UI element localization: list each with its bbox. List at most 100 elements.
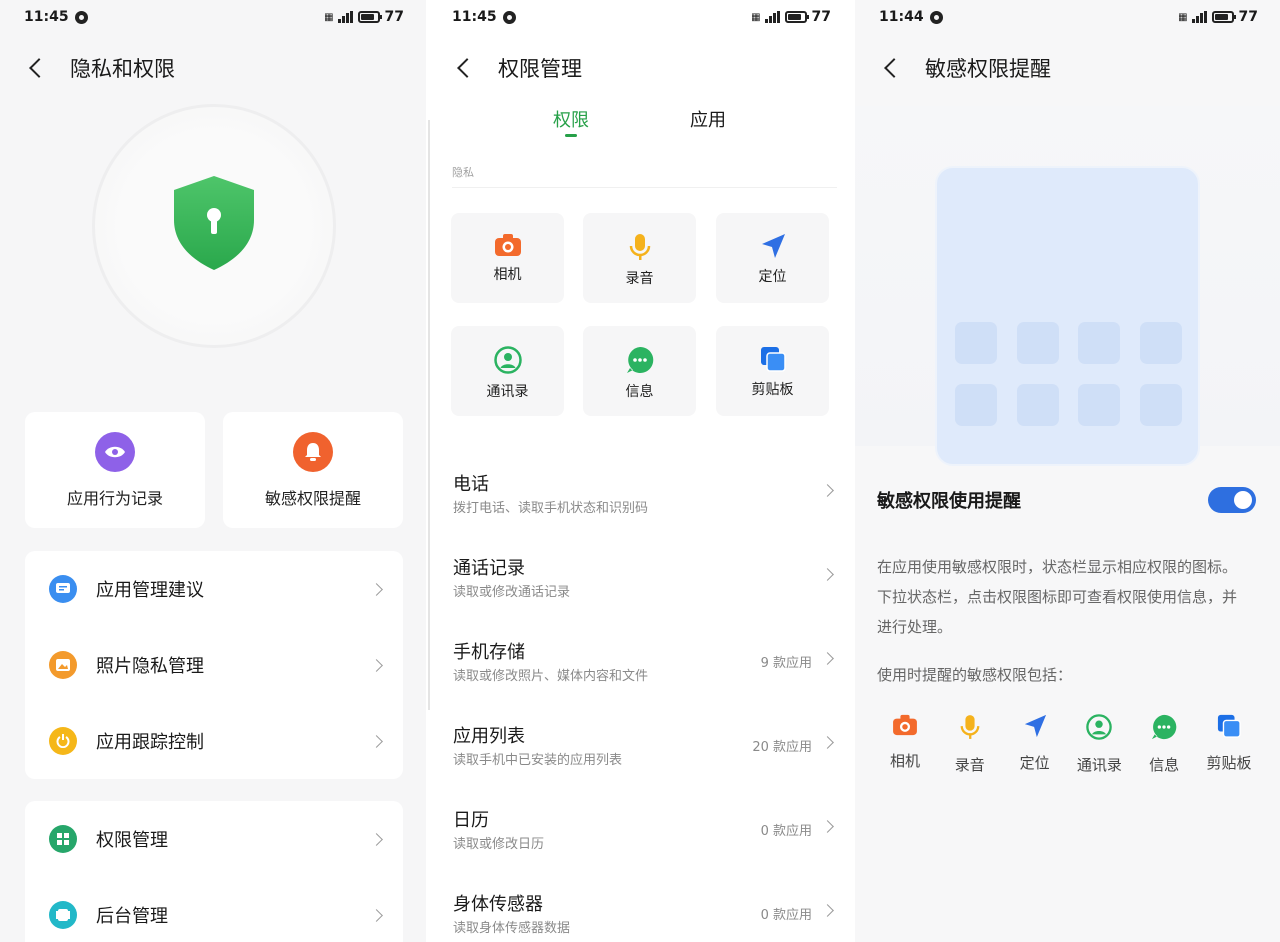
icon-label: 录音 bbox=[954, 756, 985, 774]
app-management-suggestion-item[interactable]: 应用管理建议 bbox=[25, 551, 403, 627]
eye-icon bbox=[95, 432, 135, 472]
chat-list-icon bbox=[49, 575, 77, 603]
permission-item-call-log[interactable]: 通话记录 读取或修改通话记录 bbox=[452, 554, 836, 638]
microphone-icon bbox=[629, 234, 650, 260]
message-icon bbox=[626, 346, 653, 373]
app-placeholder bbox=[1140, 322, 1182, 364]
permission-subtitle: 读取身体传感器数据 bbox=[453, 921, 571, 936]
toggle-label: 敏感权限使用提醒 bbox=[877, 491, 1021, 512]
chevron-right-icon bbox=[370, 658, 383, 672]
battery-icon bbox=[1211, 11, 1236, 23]
page-title: 权限管理 bbox=[498, 57, 582, 81]
message-icon bbox=[1152, 714, 1177, 740]
divider bbox=[452, 187, 837, 188]
permission-title: 身体传感器 bbox=[453, 894, 543, 915]
permission-subtitle: 拨打电话、读取手机状态和识别码 bbox=[453, 501, 649, 516]
phone-mockup bbox=[935, 166, 1200, 466]
tile-label: 定位 bbox=[758, 269, 787, 285]
icon-label: 剪贴板 bbox=[1206, 754, 1252, 772]
tile-label: 录音 bbox=[625, 271, 654, 287]
tile-recording[interactable]: 录音 bbox=[583, 213, 696, 303]
tile-contacts[interactable]: 通讯录 bbox=[451, 326, 564, 416]
app-behavior-record-card[interactable]: 应用行为记录 bbox=[25, 412, 205, 528]
page-title: 隐私和权限 bbox=[70, 57, 175, 81]
alarm-icon bbox=[502, 10, 516, 24]
app-tracking-control-item[interactable]: 应用跟踪控制 bbox=[25, 703, 403, 779]
chevron-right-icon bbox=[821, 904, 834, 917]
back-button[interactable] bbox=[22, 50, 50, 86]
tile-camera[interactable]: 相机 bbox=[451, 213, 564, 303]
app-placeholder bbox=[955, 322, 997, 364]
tile-label: 剪贴板 bbox=[751, 382, 794, 398]
permission-count: 0 款应用 bbox=[760, 908, 812, 923]
item-label: 权限管理 bbox=[96, 830, 168, 851]
tab-permissions[interactable]: 权限 bbox=[553, 106, 589, 132]
location-arrow-icon bbox=[761, 234, 785, 258]
permission-count: 20 款应用 bbox=[752, 740, 812, 755]
sensitive-permission-alert-card[interactable]: 敏感权限提醒 bbox=[223, 412, 403, 528]
network-speed-icon: ▦ bbox=[1178, 11, 1188, 23]
tile-clipboard[interactable]: 剪贴板 bbox=[716, 326, 829, 416]
settings-group-2: 权限管理 后台管理 bbox=[25, 801, 403, 942]
permission-count: 9 款应用 bbox=[760, 656, 812, 671]
tab-indicator bbox=[565, 134, 577, 137]
permission-subtitle: 读取手机中已安装的应用列表 bbox=[453, 753, 623, 768]
permission-subtitle: 读取或修改照片、媒体内容和文件 bbox=[453, 669, 649, 684]
permission-icon-recording: 录音 bbox=[942, 714, 998, 775]
item-label: 应用跟踪控制 bbox=[96, 732, 204, 753]
tab-apps[interactable]: 应用 bbox=[690, 106, 726, 132]
permission-management-screen: 11:45 ▦ 77 权限管理 权限 应用 隐私 相机 录音 定位 通讯录 信息 bbox=[428, 0, 853, 942]
background-app-icon bbox=[49, 901, 77, 929]
permission-item-storage[interactable]: 手机存储 读取或修改照片、媒体内容和文件 9 款应用 bbox=[452, 638, 836, 722]
network-speed-icon: ▦ bbox=[751, 11, 761, 23]
microphone-icon bbox=[960, 715, 980, 739]
tile-label: 信息 bbox=[625, 384, 654, 400]
sensitive-permission-toggle[interactable] bbox=[1208, 487, 1256, 513]
permission-icon-contacts: 通讯录 bbox=[1071, 714, 1127, 775]
permission-icon-clipboard: 剪贴板 bbox=[1201, 714, 1257, 775]
photo-privacy-item[interactable]: 照片隐私管理 bbox=[25, 627, 403, 703]
status-bar: 11:45 ▦ 77 bbox=[452, 8, 831, 26]
photo-icon bbox=[49, 651, 77, 679]
permission-icon-camera: 相机 bbox=[877, 714, 933, 775]
permission-management-item[interactable]: 权限管理 bbox=[25, 801, 403, 877]
permission-item-app-list[interactable]: 应用列表 读取手机中已安装的应用列表 20 款应用 bbox=[452, 722, 836, 806]
app-placeholder bbox=[1017, 384, 1059, 426]
includes-label: 使用时提醒的敏感权限包括： bbox=[877, 666, 1073, 684]
tile-messages[interactable]: 信息 bbox=[583, 326, 696, 416]
permission-item-calendar[interactable]: 日历 读取或修改日历 0 款应用 bbox=[452, 806, 836, 890]
permission-count: 0 款应用 bbox=[760, 824, 812, 839]
back-button[interactable] bbox=[877, 50, 905, 86]
chevron-right-icon bbox=[370, 832, 383, 846]
permission-title: 应用列表 bbox=[453, 726, 525, 747]
scrollbar[interactable] bbox=[428, 120, 430, 710]
signal-icon bbox=[337, 11, 353, 23]
app-placeholder bbox=[1078, 322, 1120, 364]
permission-title: 手机存储 bbox=[453, 642, 525, 663]
permission-item-phone[interactable]: 电话 拨打电话、读取手机状态和识别码 bbox=[452, 470, 836, 554]
background-management-item[interactable]: 后台管理 bbox=[25, 877, 403, 942]
app-placeholder bbox=[1140, 384, 1182, 426]
contacts-icon bbox=[493, 346, 522, 374]
quick-label: 敏感权限提醒 bbox=[264, 489, 361, 508]
privacy-permissions-screen: 11:45 ▦ 77 隐私和权限 应用行为记录 敏感权限提醒 应用管理建议 照片… bbox=[0, 0, 426, 942]
tile-location[interactable]: 定位 bbox=[716, 213, 829, 303]
status-bar: 11:44 ▦ 77 bbox=[879, 8, 1258, 26]
icon-label: 相机 bbox=[889, 752, 920, 770]
network-speed-icon: ▦ bbox=[324, 11, 334, 23]
chevron-right-icon bbox=[370, 908, 383, 922]
grid-icon bbox=[49, 825, 77, 853]
camera-icon bbox=[494, 234, 521, 256]
status-bar: 11:45 ▦ 77 bbox=[24, 8, 404, 26]
chevron-right-icon bbox=[821, 736, 834, 749]
app-placeholder bbox=[1078, 384, 1120, 426]
permission-icon-location: 定位 bbox=[1007, 714, 1063, 775]
app-placeholder bbox=[955, 384, 997, 426]
alarm-icon bbox=[74, 10, 88, 24]
back-button[interactable] bbox=[450, 50, 478, 86]
phone-illustration bbox=[855, 106, 1280, 466]
settings-group-1: 应用管理建议 照片隐私管理 应用跟踪控制 bbox=[25, 551, 403, 779]
permission-item-body-sensors[interactable]: 身体传感器 读取身体传感器数据 0 款应用 bbox=[452, 890, 836, 942]
tile-label: 相机 bbox=[493, 267, 522, 283]
sensitive-permission-alert-screen: 11:44 ▦ 77 敏感权限提醒 敏感权限使用提醒 在应用使用敏感权限时，状态… bbox=[855, 0, 1280, 942]
